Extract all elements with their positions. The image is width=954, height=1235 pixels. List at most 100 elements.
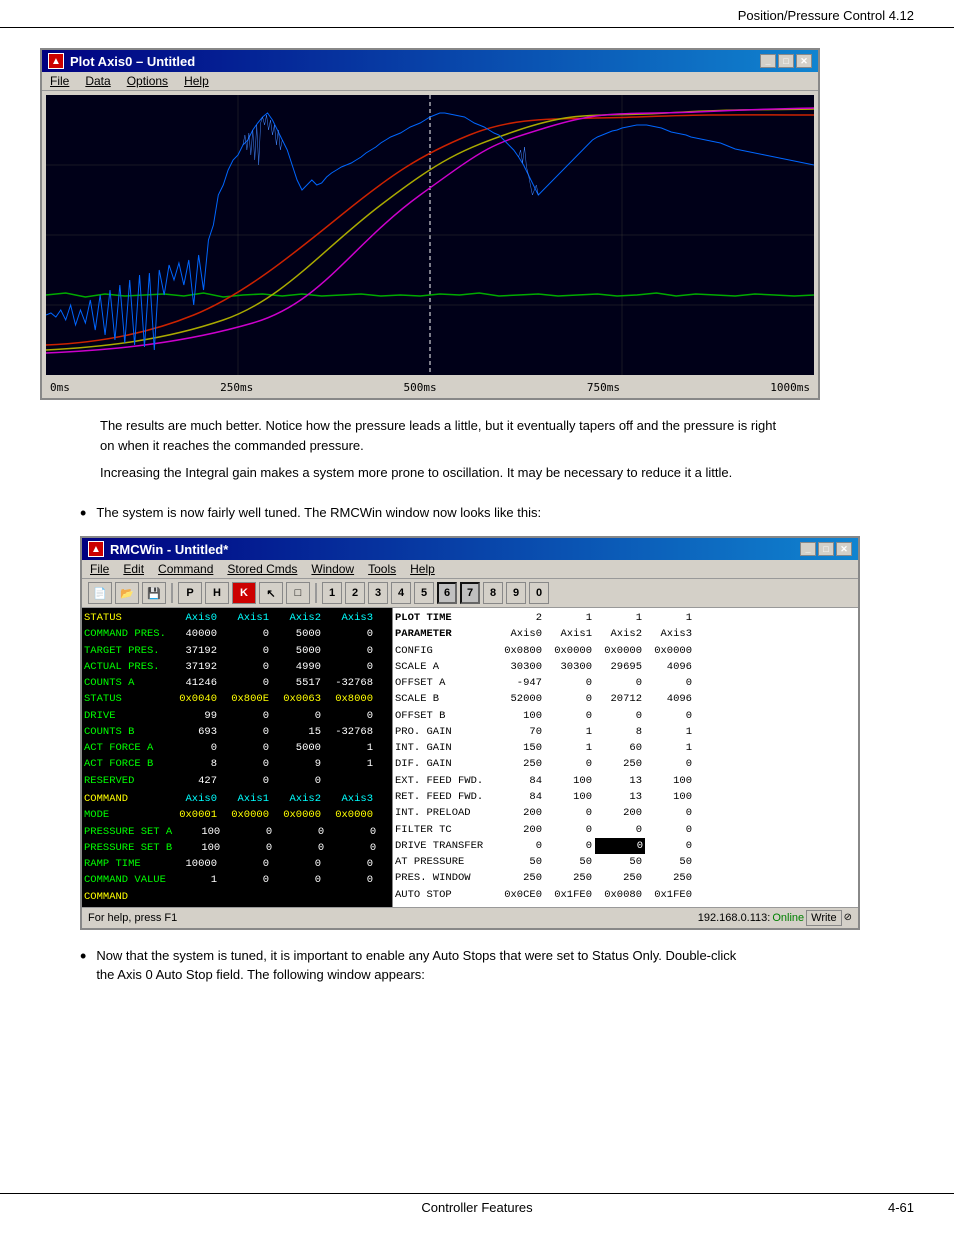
pressure-set-b-row: PRESSURE SET B 100 0 0 0 [84, 840, 390, 856]
axis0-header: Axis0 [169, 610, 221, 626]
plot-win-controls: _ □ ✕ [760, 54, 812, 68]
pres-window-row: PRES. WINDOW 250 250 250 250 [395, 870, 856, 886]
bullet-2: • Now that the system is tuned, it is im… [80, 946, 914, 985]
counts-a-row: COUNTS A 41246 0 5517 -32768 [84, 675, 390, 691]
plot-window: ▲ Plot Axis0 – Untitled _ □ ✕ File Data … [40, 48, 820, 400]
xaxis-label-1000: 1000ms [770, 381, 810, 394]
act-force-b-row: ACT FORCE B 8 0 9 1 [84, 756, 390, 772]
rmcwin-title: RMCWin - Untitled* [110, 542, 228, 557]
paragraph-2: Increasing the Integral gain makes a sys… [100, 463, 780, 483]
plot-close-btn[interactable]: ✕ [796, 54, 812, 68]
toolbar-num-0[interactable]: 0 [529, 582, 549, 604]
toolbar-blank-btn[interactable]: □ [286, 582, 310, 604]
plot-titlebar: ▲ Plot Axis0 – Untitled _ □ ✕ [42, 50, 818, 72]
footer-page-number: 4-61 [888, 1200, 914, 1215]
toolbar-cursor-btn[interactable]: ↖ [259, 582, 283, 604]
param-header-row: PARAMETER Axis0 Axis1 Axis2 Axis3 [395, 626, 856, 642]
rmcwin-menu-storedcmds[interactable]: Stored Cmds [227, 562, 297, 576]
rmcwin-left-panel: STATUS Axis0 Axis1 Axis2 Axis3 COMMAND P… [82, 608, 392, 907]
ramp-time-row: RAMP TIME 10000 0 0 0 [84, 856, 390, 872]
rmcwin-menu-edit[interactable]: Edit [123, 562, 144, 576]
axis2-header: Axis2 [273, 610, 325, 626]
plot-title-icon: ▲ [48, 53, 64, 69]
rmcwin-maximize-btn[interactable]: □ [818, 542, 834, 556]
rmcwin-menubar: File Edit Command Stored Cmds Window Too… [82, 560, 858, 579]
bullet-1: • The system is now fairly well tuned. T… [80, 503, 914, 525]
toolbar-num-9[interactable]: 9 [506, 582, 526, 604]
mode-row: MODE 0x0001 0x0000 0x0000 0x0000 [84, 807, 390, 823]
footer-center-text: Controller Features [0, 1200, 954, 1215]
plot-title: Plot Axis0 – Untitled [70, 54, 195, 69]
toolbar-h-btn[interactable]: H [205, 582, 229, 604]
toolbar-sep-2 [315, 583, 317, 603]
rmcwin-menu-command[interactable]: Command [158, 562, 213, 576]
plot-menubar: File Data Options Help [42, 72, 818, 91]
toolbar-p-btn[interactable]: P [178, 582, 202, 604]
toolbar-num-2[interactable]: 2 [345, 582, 365, 604]
plot-menu-options[interactable]: Options [127, 74, 168, 88]
axis3-header: Axis3 [325, 610, 377, 626]
command-row: COMMAND [84, 889, 390, 905]
toolbar-num-4[interactable]: 4 [391, 582, 411, 604]
rmcwin-data: STATUS Axis0 Axis1 Axis2 Axis3 COMMAND P… [82, 608, 858, 907]
rmcwin-win-controls: _ □ ✕ [800, 542, 852, 556]
at-pressure-row: AT PRESSURE 50 50 50 50 [395, 854, 856, 870]
toolbar-num-6[interactable]: 6 [437, 582, 457, 604]
toolbar-num-8[interactable]: 8 [483, 582, 503, 604]
counts-b-row: COUNTS B 693 0 15 -32768 [84, 724, 390, 740]
rmcwin-menu-file[interactable]: File [90, 562, 109, 576]
status-label: STATUS [84, 610, 169, 626]
pro-gain-row: PRO. GAIN 70 1 8 1 [395, 724, 856, 740]
page-header-title: Position/Pressure Control 4.12 [738, 8, 914, 23]
bullet-2-dot: • [80, 946, 86, 985]
xaxis-label-500: 500ms [404, 381, 437, 394]
plot-minimize-btn[interactable]: _ [760, 54, 776, 68]
rmcwin-minimize-btn[interactable]: _ [800, 542, 816, 556]
rmcwin-titlebar: ▲ RMCWin - Untitled* _ □ ✕ [82, 538, 858, 560]
toolbar-num-5[interactable]: 5 [414, 582, 434, 604]
act-force-a-row: ACT FORCE A 0 0 5000 1 [84, 740, 390, 756]
plot-menu-data[interactable]: Data [85, 74, 110, 88]
filter-tc-row: FILTER TC 200 0 0 0 [395, 822, 856, 838]
rmcwin-title-icon: ▲ [88, 541, 104, 557]
status-header-row: STATUS Axis0 Axis1 Axis2 Axis3 [84, 610, 390, 626]
int-gain-row: INT. GAIN 150 1 60 1 [395, 740, 856, 756]
page-header: Position/Pressure Control 4.12 [0, 0, 954, 28]
offset-a-row: OFFSET A -947 0 0 0 [395, 675, 856, 691]
status-val-row: STATUS 0x0040 0x800E 0x0063 0x8000 [84, 691, 390, 707]
axis1-header: Axis1 [221, 610, 273, 626]
actual-pres-row: ACTUAL PRES. 37192 0 4990 0 [84, 659, 390, 675]
xaxis-label-250: 250ms [220, 381, 253, 394]
dif-gain-row: DIF. GAIN 250 0 250 0 [395, 756, 856, 772]
toolbar-num-1[interactable]: 1 [322, 582, 342, 604]
statusbar-right: 192.168.0.113: Online Write ⊘ [698, 910, 852, 926]
reserved-row: RESERVED 427 0 0 [84, 773, 390, 789]
scale-a-row: SCALE A 30300 30300 29695 4096 [395, 659, 856, 675]
statusbar-online: Online [772, 912, 804, 924]
plot-menu-help[interactable]: Help [184, 74, 209, 88]
plot-maximize-btn[interactable]: □ [778, 54, 794, 68]
statusbar-write[interactable]: Write [806, 910, 841, 926]
toolbar-k-btn[interactable]: K [232, 582, 256, 604]
plot-menu-file[interactable]: File [50, 74, 69, 88]
toolbar-doc-btn[interactable]: 📄 [88, 582, 112, 604]
xaxis-label-0: 0ms [50, 381, 70, 394]
pressure-set-a-row: PRESSURE SET A 100 0 0 0 [84, 824, 390, 840]
bullet-2-text: Now that the system is tuned, it is impo… [96, 946, 756, 985]
ret-feed-fwd-row: RET. FEED FWD. 84 100 13 100 [395, 789, 856, 805]
rmcwin-window: ▲ RMCWin - Untitled* _ □ ✕ File Edit Com… [80, 536, 860, 930]
rmcwin-menu-tools[interactable]: Tools [368, 562, 396, 576]
bullet-1-dot: • [80, 503, 86, 525]
toolbar-sep-1 [171, 583, 173, 603]
toolbar-save-btn[interactable]: 💾 [142, 582, 166, 604]
bullet-1-text: The system is now fairly well tuned. The… [96, 503, 541, 525]
toolbar-num-7[interactable]: 7 [460, 582, 480, 604]
drive-row: DRIVE 99 0 0 0 [84, 708, 390, 724]
toolbar-folder-btn[interactable]: 📂 [115, 582, 139, 604]
rmcwin-close-btn[interactable]: ✕ [836, 542, 852, 556]
rmcwin-menu-help[interactable]: Help [410, 562, 435, 576]
rmcwin-menu-window[interactable]: Window [311, 562, 354, 576]
plot-area [46, 95, 814, 375]
offset-b-row: OFFSET B 100 0 0 0 [395, 708, 856, 724]
toolbar-num-3[interactable]: 3 [368, 582, 388, 604]
